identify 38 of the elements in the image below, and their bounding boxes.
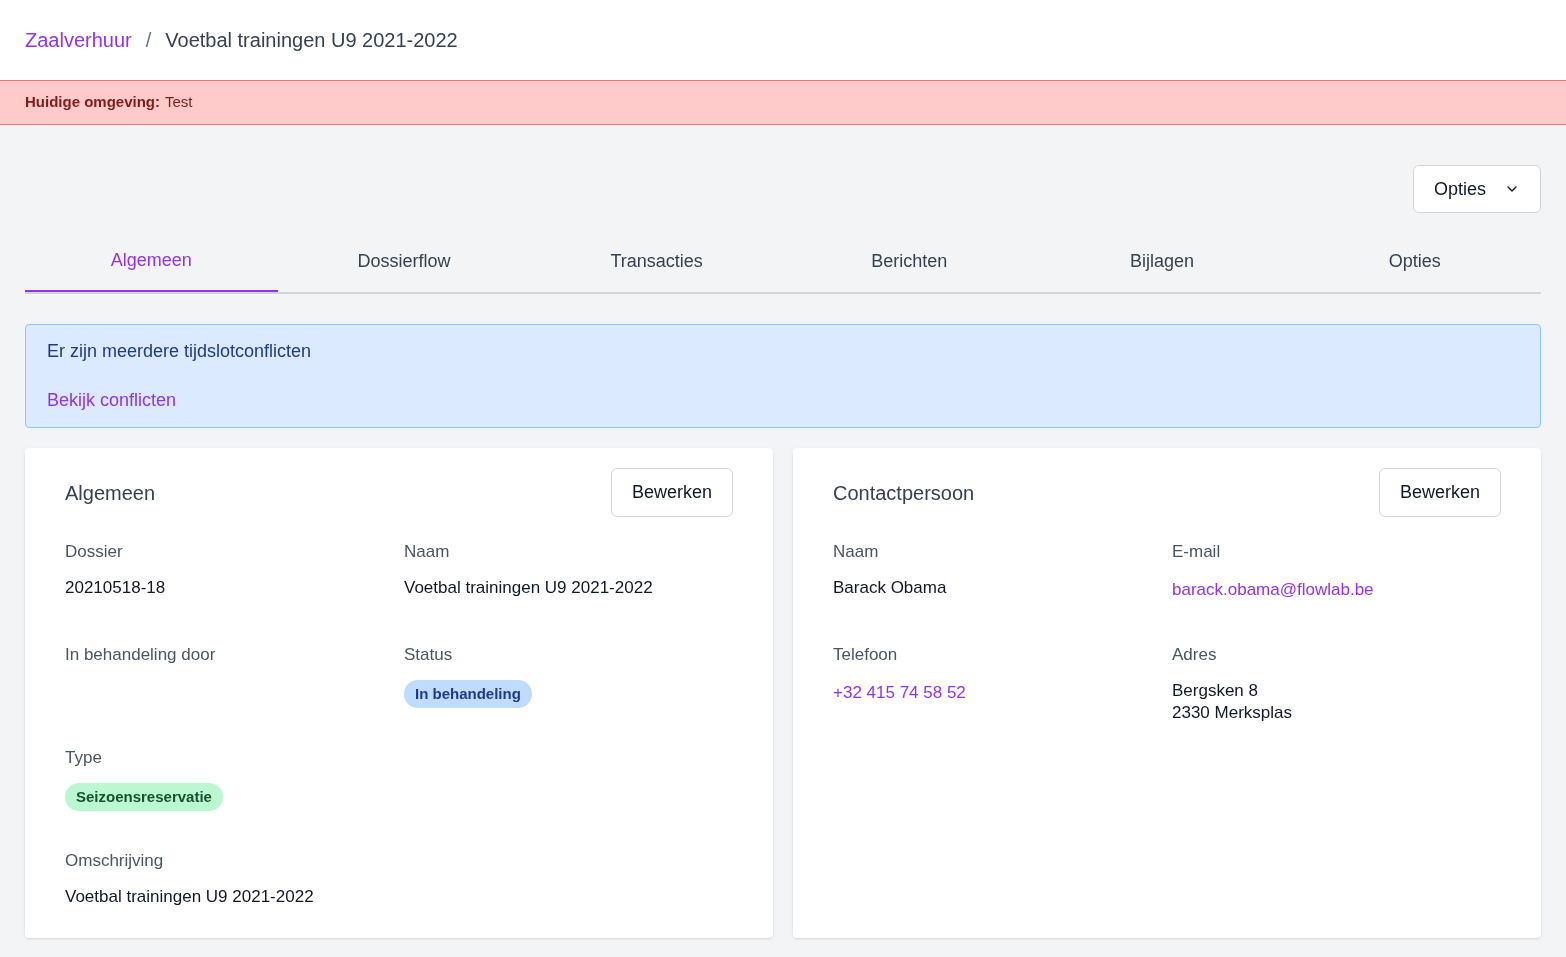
field-label: Omschrijving [65, 850, 165, 872]
status-badge: In behandeling [404, 679, 532, 708]
breadcrumb-link[interactable]: Zaalverhuur [25, 25, 132, 55]
field-label: Adres [1172, 644, 1218, 666]
field-label: Type [65, 747, 103, 769]
breadcrumb-separator: / [145, 28, 152, 53]
alert-link[interactable]: Bekijk conflicten [47, 387, 177, 414]
alert-message: Er zijn meerdere tijdslotconflicten [47, 340, 313, 363]
field-value: 20210518-18 [65, 576, 167, 599]
tab[interactable]: Transacties [530, 231, 783, 292]
field-label: Naam [404, 541, 451, 563]
card-title: Contactpersoon [833, 480, 975, 506]
field-label: E-mail [1172, 541, 1222, 563]
field-label: In behandeling door [65, 644, 217, 666]
field-link[interactable]: barack.obama@flowlab.be [1172, 576, 1374, 602]
card-title: Algemeen [65, 480, 156, 506]
edit-button[interactable]: Bewerken [1378, 468, 1501, 517]
status-badge: Seizoensreservatie [65, 782, 223, 811]
field-value: Bergsken 8 [1172, 679, 1259, 702]
tab[interactable]: Berichten [783, 231, 1036, 292]
field-label: Status [404, 644, 454, 666]
field-value: 2330 Merksplas [1172, 701, 1293, 724]
field-value: Barack Obama [833, 576, 948, 599]
field-label: Naam [833, 541, 880, 563]
tab[interactable]: Algemeen [25, 231, 278, 292]
tab[interactable]: Bijlagen [1035, 231, 1289, 292]
field-link[interactable]: +32 415 74 58 52 [833, 679, 966, 705]
banner-label: Huidige omgeving: [25, 92, 160, 113]
edit-button[interactable]: Bewerken [610, 468, 733, 517]
banner-value: Test [165, 92, 193, 113]
field-value: Voetbal trainingen U9 2021-2022 [404, 576, 654, 599]
tab[interactable]: Opties [1288, 231, 1541, 292]
field-label: Telefoon [833, 644, 899, 666]
breadcrumb-current: Voetbal trainingen U9 2021-2022 [165, 28, 458, 53]
field-label: Dossier [65, 541, 124, 563]
options-button[interactable]: Opties [1412, 165, 1541, 213]
tab[interactable]: Dossierflow [277, 231, 531, 292]
field-value: Voetbal trainingen U9 2021-2022 [65, 885, 315, 908]
